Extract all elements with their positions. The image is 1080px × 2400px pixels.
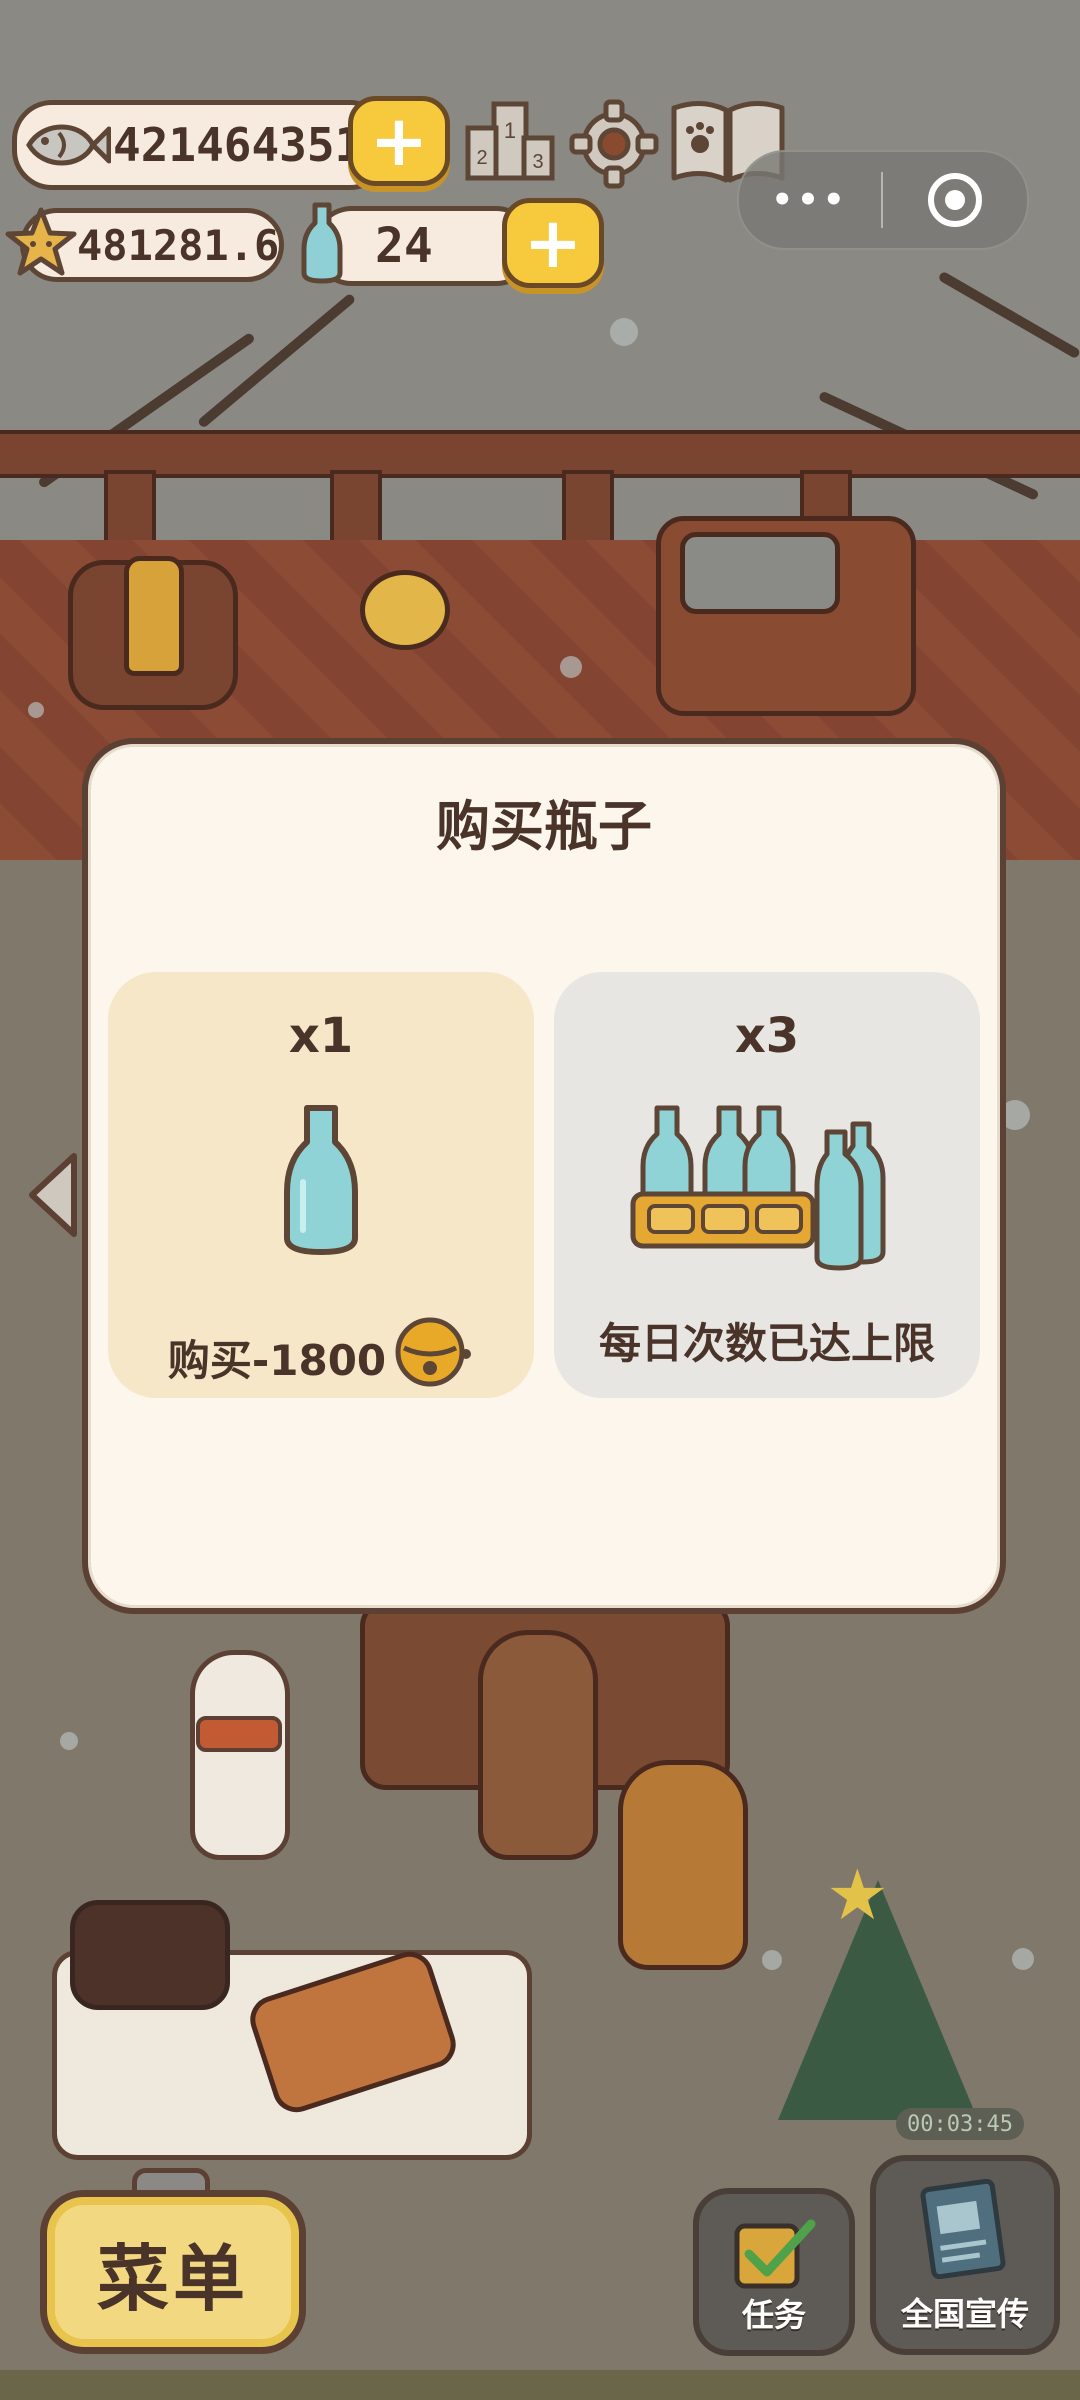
star-icon [4, 206, 78, 280]
checkbox-icon [731, 2216, 817, 2296]
bunny-bowtie [196, 1716, 282, 1752]
option-price-text: 购买-1800 [167, 1335, 387, 1385]
squirrel-character [618, 1760, 748, 1970]
national-promo-button[interactable]: 全国宣传 [870, 2155, 1060, 2355]
buy-one-bottle-option[interactable]: x1 购买-1800 [108, 972, 534, 1398]
teapot [360, 570, 450, 650]
option-quantity: x3 [734, 1008, 800, 1064]
task-label: 任务 [741, 2296, 806, 2334]
snowflake [762, 1950, 782, 1970]
add-bottle-button[interactable]: + [502, 198, 604, 288]
newspaper-icon [918, 2178, 1008, 2283]
menu-button[interactable]: 菜单 [40, 2190, 306, 2354]
snowflake [560, 656, 582, 678]
svg-text:3: 3 [532, 151, 543, 173]
task-button[interactable]: 任务 [693, 2188, 855, 2356]
option-limit-label: 每日次数已达上限 [554, 1310, 980, 1371]
snowflake [610, 318, 638, 346]
oil-bottle [124, 556, 184, 676]
svg-text:1: 1 [504, 118, 516, 143]
bear-character [478, 1630, 598, 1860]
bottle-crate-art [554, 1102, 980, 1271]
settings-gear-icon[interactable] [566, 96, 662, 192]
bottle-count: 24 [375, 218, 433, 274]
floor-strip [0, 2370, 1080, 2400]
daily-limit-text: 每日次数已达上限 [598, 1319, 935, 1368]
option-price-label: 购买-1800 [108, 1310, 534, 1404]
single-bottle-art [108, 1102, 534, 1262]
option-quantity: x1 [288, 1008, 354, 1064]
fish-count: 421464351 [113, 118, 363, 172]
menu-label: 菜单 [96, 2236, 249, 2321]
fish-icon [17, 105, 113, 185]
buy-three-bottles-option[interactable]: x3 每日次数已达上限 [554, 972, 980, 1398]
sink-basin [680, 532, 840, 614]
chevron-left-icon [29, 1153, 77, 1237]
snowflake [28, 702, 44, 718]
bottle-icon [298, 200, 346, 286]
fish-counter: 421464351 [12, 100, 390, 190]
svg-text:2: 2 [476, 147, 487, 169]
close-target-icon[interactable] [883, 170, 1027, 230]
tree-star: ★ [826, 1854, 889, 1936]
plus-icon: + [369, 100, 429, 182]
add-fish-button[interactable]: + [348, 96, 450, 186]
dialog-title: 购买瓶子 [436, 795, 652, 858]
star-count: 481281.6 [77, 220, 280, 270]
scroll-left-arrow[interactable] [22, 1150, 82, 1240]
chocolate-cake [70, 1900, 230, 2010]
promo-timer: 00:03:45 [896, 2108, 1024, 2140]
snowflake [1012, 1948, 1034, 1970]
bunny-character [190, 1650, 290, 1860]
snowflake [60, 1732, 78, 1750]
buy-bottle-dialog: 购买瓶子 x1 购买-1800 x3 每日次数已达上限 [82, 738, 1006, 1614]
wooden-rail [0, 430, 1080, 478]
miniprogram-capsule: ••• [737, 150, 1029, 250]
promo-label: 全国宣传 [900, 2295, 1029, 2333]
plus-icon: + [523, 202, 583, 284]
gold-bell-icon [390, 1310, 474, 1404]
ranking-icon[interactable]: 1 2 3 [462, 96, 558, 186]
more-dots-icon[interactable]: ••• [739, 180, 881, 220]
